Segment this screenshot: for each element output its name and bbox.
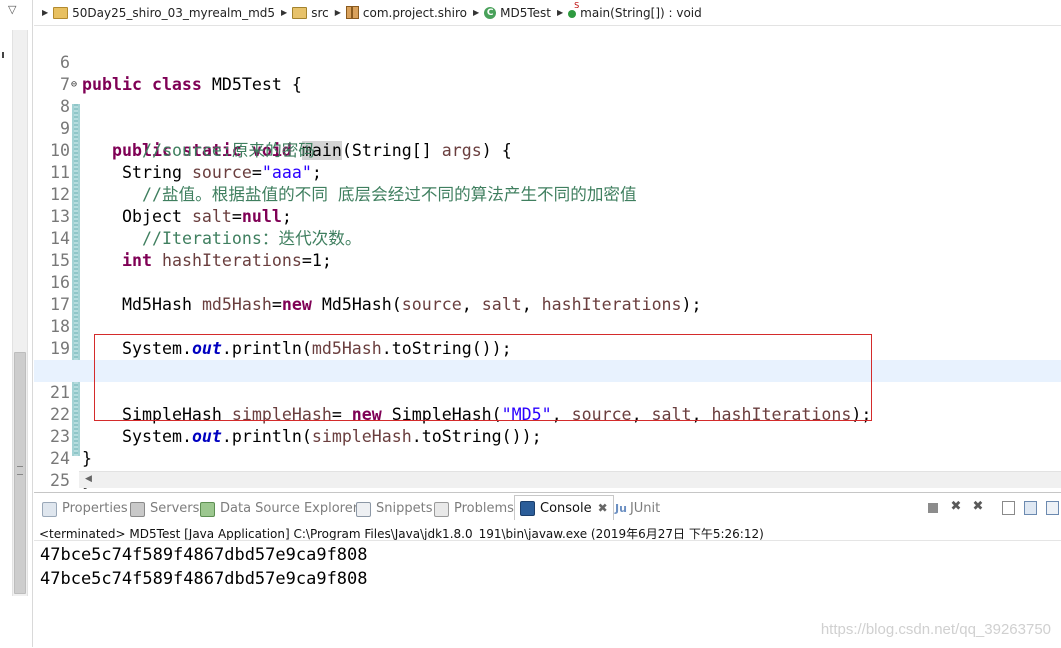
junit-icon: Ju xyxy=(615,502,627,515)
breadcrumb-project[interactable]: ▶ 50Day25_shiro_03_myrealm_md5 xyxy=(42,6,275,20)
snippets-icon xyxy=(356,501,371,517)
line-number: 25 xyxy=(50,471,70,490)
breadcrumb-class-label: MD5Test xyxy=(500,5,551,20)
tab-junit[interactable]: Ju JUnit xyxy=(615,498,660,520)
tab-label: Data Source Explorer xyxy=(220,501,359,516)
console-output-line: 47bce5c74f589f4867dbd57e9ca9f808 xyxy=(40,545,368,565)
problems-icon xyxy=(434,501,449,517)
chevron-right-icon: ▶ xyxy=(472,8,480,17)
code-line[interactable]: 12 Object salt=null; xyxy=(34,162,1061,226)
console-icon xyxy=(520,500,535,516)
fold-collapse-icon[interactable]: ⊖ xyxy=(71,74,77,96)
code-line[interactable]: 8 ⊖ public static void main(String[] arg… xyxy=(34,74,1061,160)
breadcrumb-src[interactable]: ▶ src xyxy=(281,6,329,20)
scrollbar-thumb[interactable] xyxy=(14,352,26,594)
code-line[interactable]: 25 xyxy=(34,448,1061,490)
data-source-icon xyxy=(200,501,215,517)
close-icon[interactable]: ✖ xyxy=(598,496,608,521)
code-line[interactable]: 16 Md5Hash md5Hash=new Md5Hash(source, s… xyxy=(34,250,1061,314)
code-line[interactable]: 14 int hashIterations=1; xyxy=(34,206,1061,270)
clear-console-icon[interactable] xyxy=(1002,501,1015,515)
breadcrumb: ▶ 50Day25_shiro_03_myrealm_md5 ▶ src ▶ c… xyxy=(34,0,1061,26)
breadcrumb-package[interactable]: ▶ com.project.shiro xyxy=(335,6,467,20)
java-editor: ▶ 50Day25_shiro_03_myrealm_md5 ▶ src ▶ c… xyxy=(34,0,1061,491)
tab-data-source-explorer[interactable]: Data Source Explorer xyxy=(200,498,358,520)
java-project-icon xyxy=(53,6,69,19)
chevron-right-icon: ▶ xyxy=(42,8,49,17)
class-icon: C xyxy=(484,6,497,19)
view-menu-icon[interactable]: ▽ xyxy=(8,3,16,16)
terminate-icon[interactable] xyxy=(928,503,938,513)
tab-console[interactable]: Console ✖ xyxy=(514,495,614,520)
code-line[interactable]: 13 //Iterations：迭代次数。 xyxy=(34,184,1061,248)
pin-console-icon[interactable] xyxy=(1046,501,1059,515)
properties-icon xyxy=(42,501,57,517)
tab-problems[interactable]: Problems xyxy=(434,498,514,520)
code-line[interactable]: 9 //source:原来的密码 xyxy=(34,96,1061,160)
view-tabbar: Properties Servers Data Source Explorer … xyxy=(34,493,1061,521)
tab-label: Console xyxy=(540,500,592,516)
chevron-right-icon: ▶ xyxy=(557,8,564,17)
chevron-right-icon: ▶ xyxy=(334,8,341,17)
breadcrumb-project-label: 50Day25_shiro_03_myrealm_md5 xyxy=(72,5,276,20)
breadcrumb-method-label: main(String[]) : void xyxy=(580,5,702,20)
code-line[interactable]: 15 xyxy=(34,228,1061,270)
chevron-right-icon: ▶ xyxy=(281,8,288,17)
scroll-left-icon[interactable]: ◀ xyxy=(85,474,92,484)
console-output-line: 47bce5c74f589f4867dbd57e9ca9f808 xyxy=(40,569,368,589)
tab-label: Servers xyxy=(150,501,200,516)
divider xyxy=(34,540,1061,541)
code-line[interactable]: 17 xyxy=(34,272,1061,314)
breadcrumb-package-label: com.project.shiro xyxy=(362,5,467,20)
code-line[interactable]: 6 public class MD5Test { xyxy=(34,30,1061,94)
breadcrumb-method[interactable]: ▶ S main(String[]) : void xyxy=(557,1,702,20)
remove-all-terminated-icon[interactable]: ✖ xyxy=(971,500,985,514)
tab-label: Properties xyxy=(62,501,128,516)
code-area[interactable]: 6 public class MD5Test { 7 8 ⊖ public st… xyxy=(34,30,1061,490)
package-explorer-scrollbar[interactable] xyxy=(12,30,28,596)
method-icon: S xyxy=(568,1,579,18)
code-line[interactable]: 24 } xyxy=(34,426,1061,490)
tab-servers[interactable]: Servers xyxy=(130,498,199,520)
breadcrumb-src-label: src xyxy=(311,5,329,20)
tab-properties[interactable]: Properties xyxy=(42,498,128,520)
tab-label: Problems xyxy=(454,501,514,516)
code-line[interactable]: 10 String source="aaa"; xyxy=(34,118,1061,182)
package-explorer-strip: ▽ xyxy=(0,0,33,647)
breadcrumb-class[interactable]: ▶ C MD5Test xyxy=(473,6,551,20)
source-folder-icon xyxy=(292,6,308,19)
package-icon xyxy=(345,6,359,19)
tab-label: Snippets xyxy=(376,501,433,516)
console-panel: Properties Servers Data Source Explorer … xyxy=(34,492,1061,648)
annotation-highlight-box xyxy=(94,334,872,421)
tab-label: JUnit xyxy=(629,501,661,516)
scroll-lock-icon[interactable] xyxy=(1024,501,1037,515)
remove-launch-icon[interactable]: ✖ xyxy=(949,500,963,514)
servers-icon xyxy=(130,501,145,517)
scrollbar-grip-icon xyxy=(17,466,23,475)
editor-horizontal-scrollbar[interactable]: ◀ xyxy=(79,471,1061,488)
code-line[interactable]: 7 xyxy=(34,52,1061,94)
watermark: https://blog.csdn.net/qq_39263750 xyxy=(820,621,1051,638)
code-line[interactable]: 18 System.out.println(md5Hash.toString()… xyxy=(34,294,1061,358)
tree-connector xyxy=(2,52,4,58)
tab-snippets[interactable]: Snippets xyxy=(356,498,432,520)
code-line[interactable]: 11 //盐值。根据盐值的不同 底层会经过不同的算法产生不同的加密值 xyxy=(34,140,1061,204)
